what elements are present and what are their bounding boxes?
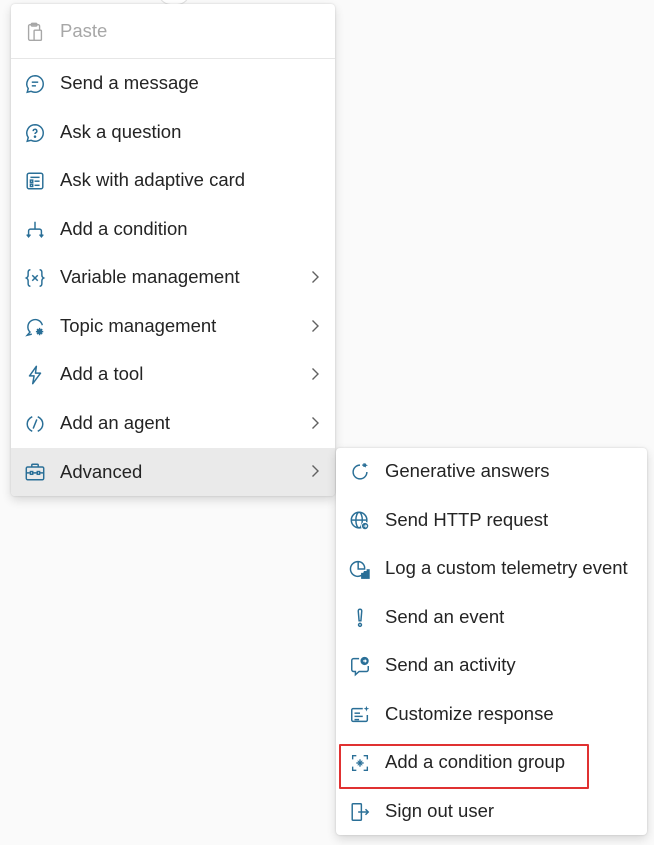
chevron-right-icon — [312, 271, 319, 283]
menu-item-label: Ask a question — [60, 121, 182, 142]
submenu-item-send-activity[interactable]: Send an activity — [336, 642, 647, 688]
lightning-icon — [23, 363, 47, 387]
chat-bubble-icon — [23, 72, 47, 96]
globe-icon — [348, 509, 372, 533]
sparkle-refresh-icon — [348, 460, 372, 484]
toolbox-icon — [23, 460, 47, 484]
menu-item-add-tool[interactable]: Add a tool — [11, 351, 335, 397]
customize-text-icon — [348, 703, 372, 727]
context-menu: Paste Send a message Ask a question Ask … — [11, 4, 335, 496]
menu-item-label: Send HTTP request — [385, 509, 549, 530]
submenu-item-customize-response[interactable]: Customize response — [336, 691, 647, 737]
menu-item-label: Topic management — [60, 315, 217, 336]
menu-item-label: Send an event — [385, 606, 505, 627]
submenu-item-sign-out-user[interactable]: Sign out user — [336, 788, 647, 834]
menu-item-advanced[interactable]: Advanced — [11, 448, 335, 496]
menu-item-label: Add a condition group — [385, 751, 565, 772]
branch-icon — [23, 218, 47, 242]
variable-icon — [23, 266, 47, 290]
menu-item-adaptive-card[interactable]: Ask with adaptive card — [11, 157, 335, 203]
menu-item-label: Paste — [60, 20, 108, 41]
menu-item-paste[interactable]: Paste — [11, 8, 335, 54]
menu-item-label: Send a message — [60, 72, 199, 93]
menu-item-label: Log a custom telemetry event — [385, 557, 628, 578]
menu-item-label: Ask with adaptive card — [60, 169, 246, 190]
topic-gear-icon — [23, 315, 47, 339]
menu-item-label: Add a tool — [60, 363, 144, 384]
menu-item-label: Advanced — [60, 461, 143, 482]
submenu-item-send-http[interactable]: Send HTTP request — [336, 497, 647, 543]
chevron-right-icon — [312, 465, 319, 477]
menu-item-label: Add a condition — [60, 218, 188, 239]
menu-item-add-agent[interactable]: Add an agent — [11, 400, 335, 446]
submenu-item-log-telemetry[interactable]: Log a custom telemetry event — [336, 545, 647, 591]
menu-item-label: Generative answers — [385, 460, 550, 481]
adaptive-card-icon — [23, 169, 47, 193]
chevron-right-icon — [312, 320, 319, 332]
agent-icon — [23, 412, 47, 436]
question-bubble-icon — [23, 121, 47, 145]
menu-item-ask-question[interactable]: Ask a question — [11, 109, 335, 155]
exclamation-icon — [348, 606, 372, 630]
condition-group-icon — [348, 751, 372, 775]
telemetry-chart-icon — [348, 557, 372, 581]
sign-out-icon — [348, 800, 372, 824]
menu-item-label: Send an activity — [385, 654, 516, 675]
advanced-submenu: Generative answers Send HTTP request Log… — [336, 448, 647, 835]
menu-item-send-message[interactable]: Send a message — [11, 60, 335, 106]
menu-item-label: Variable management — [60, 266, 240, 287]
menu-item-label: Sign out user — [385, 800, 495, 821]
clipboard-icon — [23, 20, 47, 44]
menu-item-variable-management[interactable]: Variable management — [11, 254, 335, 300]
chevron-right-icon — [312, 368, 319, 380]
menu-item-add-condition[interactable]: Add a condition — [11, 206, 335, 252]
activity-bubble-icon — [348, 654, 372, 678]
submenu-item-send-event[interactable]: Send an event — [336, 594, 647, 640]
submenu-item-generative-answers[interactable]: Generative answers — [336, 448, 647, 494]
submenu-item-add-condition-group[interactable]: Add a condition group — [336, 739, 647, 785]
menu-item-topic-management[interactable]: Topic management — [11, 303, 335, 349]
menu-item-label: Add an agent — [60, 412, 171, 433]
menu-item-label: Customize response — [385, 703, 554, 724]
menu-divider — [11, 58, 335, 59]
chevron-right-icon — [312, 417, 319, 429]
